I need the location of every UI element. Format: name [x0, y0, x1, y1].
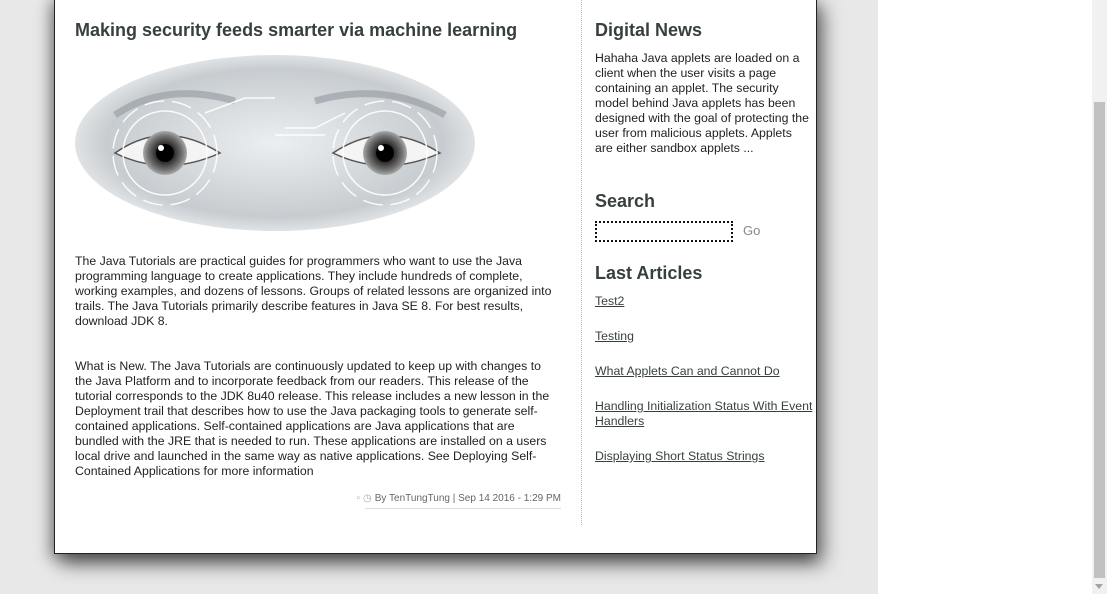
articles-heading: Last Articles [595, 263, 703, 283]
post-paragraph: What is New. The Java Tutorials are cont… [75, 359, 550, 478]
search-input[interactable] [595, 221, 733, 242]
meta-divider [365, 508, 561, 509]
clock-icon: ◷ [363, 493, 372, 504]
search-heading: Search [595, 191, 656, 211]
scroll-down-arrow-icon[interactable] [1095, 584, 1103, 589]
post-paragraph: The Java Tutorials are practical guides … [75, 254, 552, 328]
post-title[interactable]: Making security feeds smarter via machin… [75, 20, 517, 41]
news-heading: Digital News [595, 20, 703, 40]
article-link[interactable]: Displaying Short Status Strings [595, 449, 813, 464]
post-meta: ▫ ◷ By TenTungTung | Sep 14 2016 - 1:29 PM [356, 493, 561, 504]
post-image [75, 55, 475, 231]
article-link[interactable]: Testing [595, 329, 813, 344]
post-byline: By TenTungTung | Sep 14 2016 - 1:29 PM [374, 493, 561, 504]
page-container: Making security feeds smarter via machin… [54, 0, 817, 554]
news-summary: Hahaha Java applets are loaded on a clie… [595, 51, 809, 155]
scrollbar-thumb[interactable] [1094, 102, 1105, 578]
column-divider [581, 0, 582, 525]
vertical-scrollbar[interactable] [1092, 0, 1107, 594]
article-link[interactable]: What Applets Can and Cannot Do [595, 364, 813, 379]
calendar-icon: ▫ [356, 493, 361, 504]
right-background [878, 0, 1092, 594]
article-link[interactable]: Test2 [595, 294, 813, 309]
article-link[interactable]: Handling Initialization Status With Even… [595, 399, 813, 429]
go-button[interactable]: Go [743, 223, 760, 238]
